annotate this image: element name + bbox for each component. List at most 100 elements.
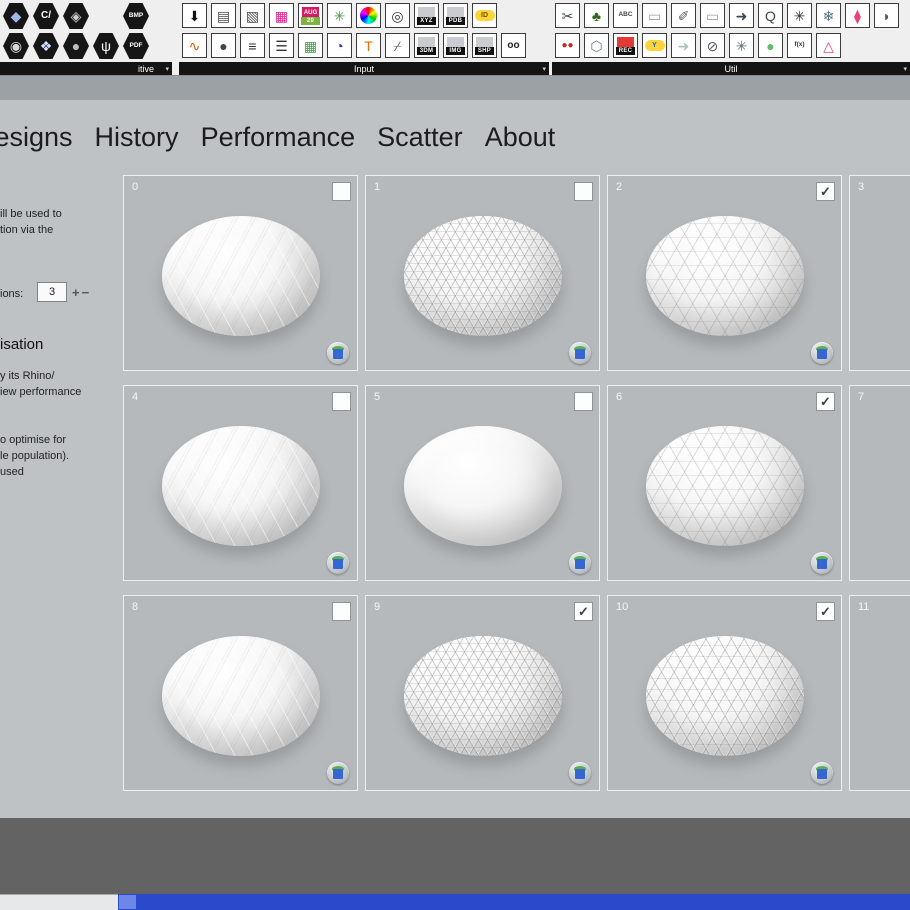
pink-triangle-icon[interactable]: △ bbox=[816, 33, 841, 58]
bake-icon bbox=[575, 559, 585, 569]
stepper-value[interactable]: 3 bbox=[37, 282, 67, 302]
tab-designs[interactable]: Designs bbox=[0, 122, 73, 153]
tab-scatter[interactable]: Scatter bbox=[377, 122, 463, 153]
panel-icon[interactable]: ▤ bbox=[211, 3, 236, 28]
pencil-icon[interactable]: ✐ bbox=[671, 3, 696, 28]
design-tile-7[interactable]: 7 bbox=[849, 385, 910, 581]
mesh-icon[interactable]: ✳ bbox=[327, 3, 352, 28]
import-file-icon[interactable]: ⬇ bbox=[182, 3, 207, 28]
box-primitive-icon[interactable]: ◆ bbox=[3, 3, 29, 29]
pill-shape-icon[interactable]: ▭ bbox=[700, 3, 725, 28]
fx-icon[interactable]: f(x) bbox=[787, 33, 812, 58]
text-tag-icon[interactable]: T bbox=[356, 33, 381, 58]
scatter-icon[interactable]: ✂ bbox=[555, 3, 580, 28]
zoom-query-icon[interactable]: Q bbox=[758, 3, 783, 28]
stepper-increase-button[interactable]: + bbox=[72, 285, 80, 300]
item-list-icon[interactable]: ≡ bbox=[240, 33, 265, 58]
bake-button[interactable] bbox=[811, 552, 833, 574]
taskbar-item[interactable] bbox=[119, 895, 136, 909]
design-tile-6[interactable]: 6 ✓ bbox=[607, 385, 842, 581]
taskbar[interactable] bbox=[118, 894, 910, 910]
capsule-icon[interactable]: ▭ bbox=[642, 3, 667, 28]
eyes-icon[interactable]: oo bbox=[501, 33, 526, 58]
calendar-icon[interactable]: AUG 20 bbox=[298, 3, 323, 28]
psi-icon[interactable]: ψ bbox=[93, 33, 119, 59]
tile-checkbox[interactable]: ✓ bbox=[816, 182, 835, 201]
panel-text-1: ill be used to bbox=[0, 208, 62, 220]
design-tile-10[interactable]: 10 ✓ bbox=[607, 595, 842, 791]
bake-button[interactable] bbox=[569, 342, 591, 364]
id-icon[interactable]: ID bbox=[472, 3, 497, 28]
tile-checkbox[interactable]: ✓ bbox=[816, 392, 835, 411]
arrow-light-icon[interactable]: ➜ bbox=[671, 33, 696, 58]
design-tile-0[interactable]: 0 bbox=[123, 175, 358, 371]
shp-icon[interactable]: SHP bbox=[472, 33, 497, 58]
timer-icon[interactable]: ◔ bbox=[327, 33, 352, 58]
cherries-icon[interactable]: ●● bbox=[555, 33, 580, 58]
toolbar-group-caption[interactable]: itive ▾ bbox=[0, 62, 172, 75]
colour-wheel-icon[interactable] bbox=[356, 3, 381, 28]
tab-about[interactable]: About bbox=[485, 122, 556, 153]
design-tile-11[interactable]: 11 bbox=[849, 595, 910, 791]
3dm-icon[interactable]: 3DM bbox=[414, 33, 439, 58]
grasshopper-canvas[interactable] bbox=[0, 76, 910, 100]
bake-button[interactable] bbox=[811, 342, 833, 364]
data-list-icon[interactable]: ☰ bbox=[269, 33, 294, 58]
tile-checkbox[interactable] bbox=[332, 602, 351, 621]
bake-button[interactable] bbox=[569, 762, 591, 784]
tree-icon[interactable]: ♣ bbox=[584, 3, 609, 28]
bake-button[interactable] bbox=[569, 552, 591, 574]
tile-checkbox[interactable] bbox=[574, 182, 593, 201]
circle-slash-icon[interactable]: ⊘ bbox=[700, 33, 725, 58]
design-tile-9[interactable]: 9 ✓ bbox=[365, 595, 600, 791]
bake-button[interactable] bbox=[327, 762, 349, 784]
design-tile-1[interactable]: 1 bbox=[365, 175, 600, 371]
bmp-icon[interactable]: BMP bbox=[123, 3, 149, 29]
design-tile-4[interactable]: 4 bbox=[123, 385, 358, 581]
diamond-icon[interactable]: ❖ bbox=[33, 33, 59, 59]
y-icon[interactable]: Y bbox=[642, 33, 667, 58]
hexagon-icon[interactable]: ⬡ bbox=[584, 33, 609, 58]
tile-checkbox[interactable] bbox=[332, 392, 351, 411]
spark-dark-icon[interactable]: ✳ bbox=[787, 3, 812, 28]
script-c-icon[interactable]: C/ bbox=[33, 3, 59, 29]
toolbar-group-caption[interactable]: Input ▾ bbox=[179, 62, 549, 75]
design-tile-2[interactable]: 2 ✓ bbox=[607, 175, 842, 371]
graph-mapper-icon[interactable]: ∿ bbox=[182, 33, 207, 58]
rec-icon[interactable]: REC bbox=[613, 33, 638, 58]
gradient-slider-icon[interactable]: ▦ bbox=[269, 3, 294, 28]
pdb-icon[interactable]: PDB bbox=[443, 3, 468, 28]
stepper-decrease-button[interactable]: − bbox=[82, 285, 90, 300]
gem-icon[interactable]: ◈ bbox=[63, 3, 89, 29]
tab-history[interactable]: History bbox=[95, 122, 179, 153]
img-icon[interactable]: IMG bbox=[443, 33, 468, 58]
spark-icon[interactable]: ✳ bbox=[729, 33, 754, 58]
design-tile-3[interactable]: 3 bbox=[849, 175, 910, 371]
tile-checkbox[interactable]: ✓ bbox=[816, 602, 835, 621]
bake-button[interactable] bbox=[327, 342, 349, 364]
panel-edit-icon[interactable]: ▧ bbox=[240, 3, 265, 28]
pdf-icon[interactable]: PDF bbox=[123, 33, 149, 59]
green-sphere-icon[interactable]: ● bbox=[758, 33, 783, 58]
design-tile-5[interactable]: 5 bbox=[365, 385, 600, 581]
path-mapper-icon[interactable]: ⌿ bbox=[385, 33, 410, 58]
sphere-icon[interactable]: ◉ bbox=[3, 33, 29, 59]
xyz-icon[interactable]: XYZ bbox=[414, 3, 439, 28]
tile-checkbox[interactable] bbox=[332, 182, 351, 201]
droplet-icon[interactable]: ⧫ bbox=[845, 3, 870, 28]
tab-performance[interactable]: Performance bbox=[201, 122, 356, 153]
bake-button[interactable] bbox=[811, 762, 833, 784]
ball-icon[interactable]: ● bbox=[63, 33, 89, 59]
colour-swatch-icon[interactable]: ▦ bbox=[298, 33, 323, 58]
target-icon[interactable]: ◎ bbox=[385, 3, 410, 28]
tile-checkbox[interactable] bbox=[574, 392, 593, 411]
bake-button[interactable] bbox=[327, 552, 349, 574]
half-sphere-icon[interactable]: ◗ bbox=[874, 3, 899, 28]
toolbar-group-caption[interactable]: Util ▾ bbox=[552, 62, 910, 75]
tile-checkbox[interactable]: ✓ bbox=[574, 602, 593, 621]
abc-icon[interactable]: ABC bbox=[613, 3, 638, 28]
dark-sphere-icon[interactable]: ● bbox=[211, 33, 236, 58]
design-tile-8[interactable]: 8 bbox=[123, 595, 358, 791]
arrow-solid-icon[interactable]: ➜ bbox=[729, 3, 754, 28]
snowflake-icon[interactable]: ❄ bbox=[816, 3, 841, 28]
